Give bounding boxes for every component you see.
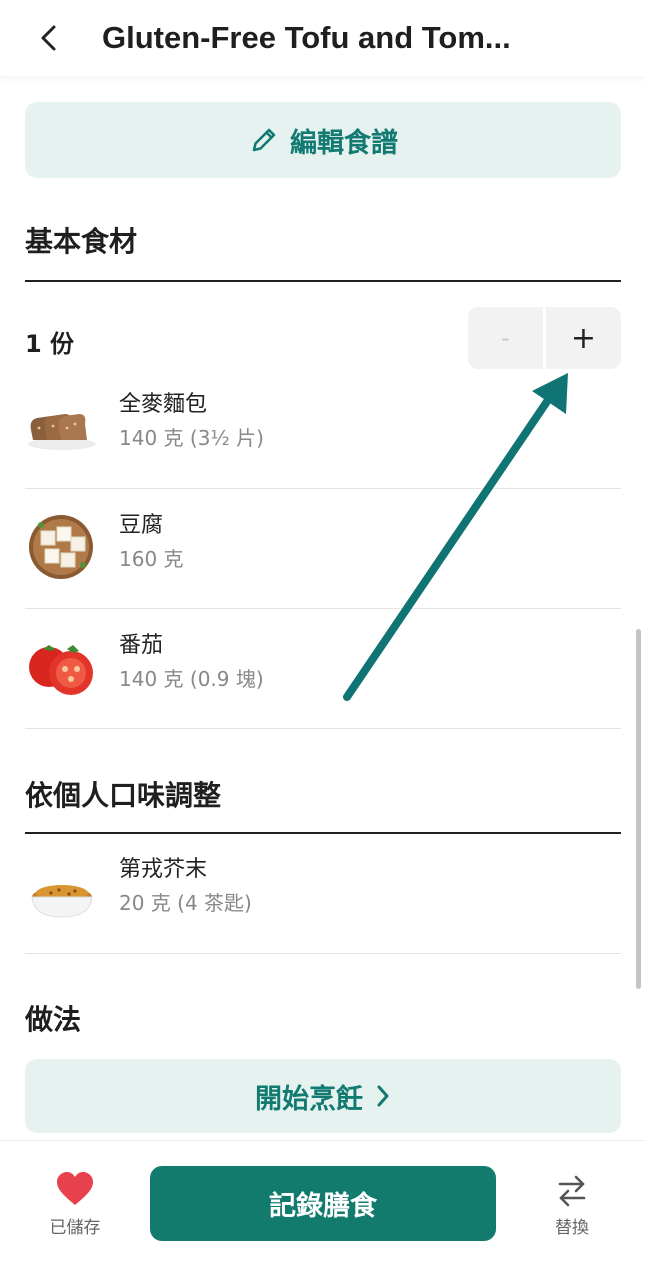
swap-label: 替換 [555, 1218, 589, 1238]
row-divider [25, 953, 621, 954]
basic-ingredients-heading: 基本食材 [25, 225, 138, 258]
decrease-servings-button[interactable]: - [468, 307, 543, 369]
increase-servings-button[interactable]: + [546, 307, 621, 369]
tofu-icon [29, 515, 93, 579]
save-toggle-button[interactable]: 已儲存 [30, 1171, 120, 1238]
heart-icon [57, 1172, 93, 1205]
edit-recipe-label: 編輯食譜 [290, 127, 398, 159]
ingredient-name: 全麥麵包 [119, 392, 208, 417]
bread-icon [28, 414, 96, 450]
bottom-action-bar: 已儲存 記錄膳食 替換 [0, 1140, 646, 1280]
method-heading: 做法 [25, 1003, 82, 1036]
servings-label: 1 份 [25, 330, 75, 358]
chevron-left-icon [41, 25, 56, 51]
ingredient-row[interactable]: 番茄 140 克 (0.9 塊) [25, 609, 621, 729]
mustard-icon [31, 885, 93, 918]
ingredient-row[interactable]: 全麥麵包 140 克 (3½ 片) [25, 368, 621, 488]
ingredient-name: 豆腐 [119, 513, 164, 538]
log-meal-label: 記錄膳食 [269, 1191, 377, 1222]
start-cooking-button[interactable]: 開始烹飪 [25, 1059, 621, 1133]
tomato-icon [29, 645, 93, 695]
ingredient-name: 第戎芥末 [119, 857, 208, 882]
adjust-to-taste-heading: 依個人口味調整 [25, 779, 222, 812]
saved-label: 已儲存 [49, 1218, 101, 1238]
ingredient-name: 番茄 [119, 633, 164, 658]
chevron-right-icon [377, 1085, 389, 1107]
ingredient-quantity: 140 克 (0.9 塊) [119, 667, 264, 691]
ingredient-quantity: 20 克 (4 茶匙) [119, 891, 252, 915]
ingredient-quantity: 160 克 [119, 547, 184, 571]
swap-arrows-icon [558, 1175, 586, 1207]
start-cooking-label: 開始烹飪 [255, 1083, 363, 1115]
ingredient-row[interactable]: 豆腐 160 克 [25, 489, 621, 609]
recipe-content[interactable]: 編輯食譜 基本食材 1 份 - + 全麥麵包 140 克 (3½ 片) 豆腐 1… [0, 76, 646, 1140]
ingredient-row[interactable]: 第戎芥末 20 克 (4 茶匙) [25, 833, 621, 953]
pencil-icon [252, 128, 276, 152]
log-meal-button[interactable]: 記錄膳食 [150, 1166, 496, 1241]
swap-button[interactable]: 替換 [530, 1173, 614, 1238]
ingredient-quantity: 140 克 (3½ 片) [119, 426, 264, 450]
app-header: Gluten-Free Tofu and Tom... [0, 0, 646, 76]
scrollbar[interactable] [636, 629, 641, 989]
page-title: Gluten-Free Tofu and Tom... [102, 20, 511, 55]
section-divider [25, 280, 621, 282]
edit-recipe-button[interactable]: 編輯食譜 [25, 102, 621, 178]
back-button[interactable] [24, 13, 74, 63]
row-divider [25, 728, 621, 729]
servings-stepper: - + [468, 307, 621, 369]
